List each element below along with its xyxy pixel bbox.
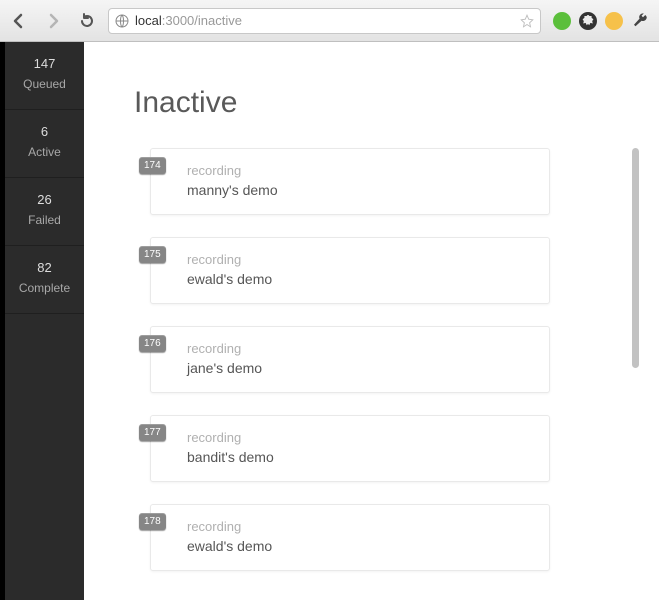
sidebar-count: 6 [5,124,84,139]
extension-green-icon[interactable] [553,12,571,30]
url-text: local:3000/inactive [135,13,514,28]
job-list-wrap: 174 recording manny's demo 175 recording… [134,148,609,600]
job-type: recording [187,341,529,356]
job-id-badge: 177 [139,424,166,441]
job-title: jane's demo [187,360,529,376]
job-type: recording [187,430,529,445]
sidebar-count: 82 [5,260,84,275]
sidebar-item-complete[interactable]: 82 Complete [5,246,84,314]
extension-icons [549,12,653,30]
extension-github-icon[interactable] [579,12,597,30]
app: 147 Queued 6 Active 26 Failed 82 Complet… [0,42,659,600]
job-id-badge: 175 [139,246,166,263]
job-title: bandit's demo [187,449,529,465]
job-title: ewald's demo [187,271,529,287]
sidebar-item-active[interactable]: 6 Active [5,110,84,178]
wrench-icon[interactable] [631,12,649,30]
sidebar-item-label: Active [28,145,61,159]
extension-face-icon[interactable] [605,12,623,30]
sidebar: 147 Queued 6 Active 26 Failed 82 Complet… [0,42,84,600]
sidebar-item-failed[interactable]: 26 Failed [5,178,84,246]
url-host: local [135,13,162,28]
browser-chrome: local:3000/inactive [0,0,659,42]
job-id-badge: 176 [139,335,166,352]
sidebar-item-label: Complete [19,281,70,295]
job-type: recording [187,252,529,267]
job-id-badge: 178 [139,513,166,530]
scrollbar[interactable] [632,148,639,368]
job-card[interactable]: 176 recording jane's demo [150,326,550,393]
job-title: manny's demo [187,182,529,198]
sidebar-count: 26 [5,192,84,207]
globe-icon [115,14,129,28]
job-card[interactable]: 177 recording bandit's demo [150,415,550,482]
reload-button[interactable] [74,8,100,34]
url-bar[interactable]: local:3000/inactive [108,8,541,34]
url-path: :3000/inactive [162,13,242,28]
job-card[interactable]: 175 recording ewald's demo [150,237,550,304]
sidebar-item-label: Queued [23,77,66,91]
forward-button[interactable] [40,8,66,34]
job-type: recording [187,163,529,178]
sidebar-item-queued[interactable]: 147 Queued [5,42,84,110]
job-type: recording [187,519,529,534]
job-id-badge: 174 [139,157,166,174]
sidebar-count: 147 [5,56,84,71]
bookmark-star-icon[interactable] [520,14,534,28]
job-list: 174 recording manny's demo 175 recording… [134,148,609,571]
back-button[interactable] [6,8,32,34]
job-title: ewald's demo [187,538,529,554]
job-card[interactable]: 178 recording ewald's demo [150,504,550,571]
sidebar-item-label: Failed [28,213,61,227]
main: Inactive 174 recording manny's demo 175 … [84,42,659,600]
job-card[interactable]: 174 recording manny's demo [150,148,550,215]
page-title: Inactive [134,86,609,120]
